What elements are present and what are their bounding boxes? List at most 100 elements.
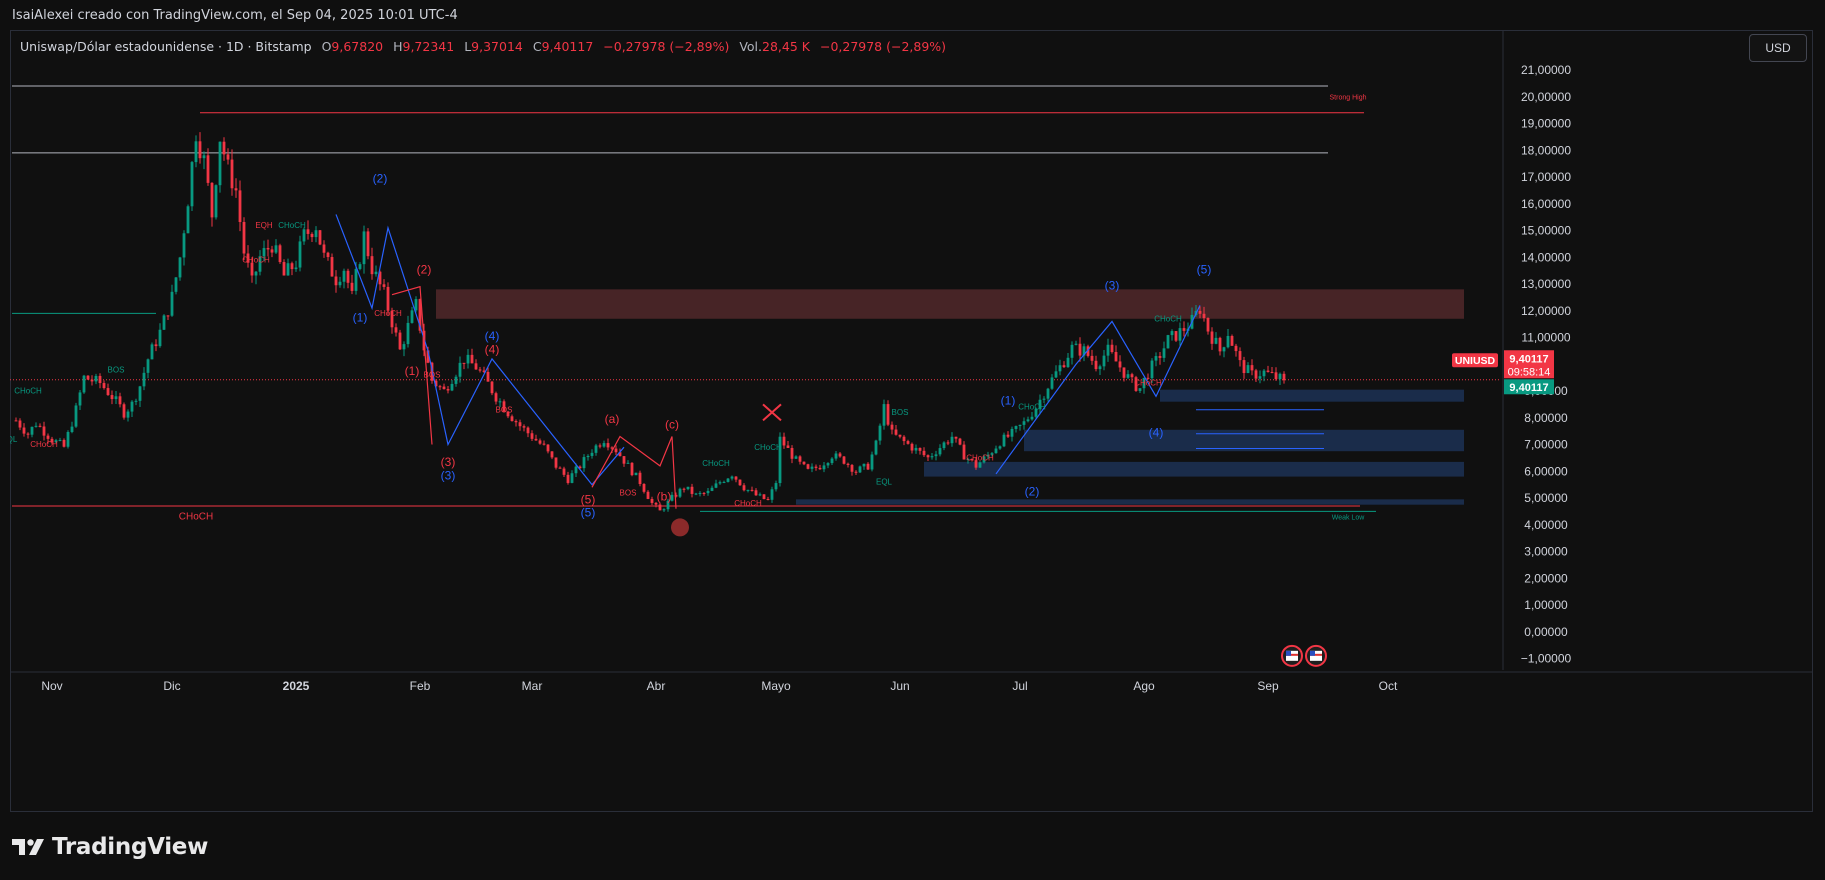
candle-body (538, 440, 542, 444)
annotation-label: CHoCH (754, 443, 782, 452)
annotation-label: CHoCH (179, 511, 213, 522)
candle-body (58, 439, 62, 441)
candle-body (202, 155, 206, 159)
candle-body (30, 426, 34, 435)
candle-body (250, 262, 254, 276)
candle-body (658, 504, 662, 511)
candle-body (830, 458, 834, 464)
plot-area[interactable]: (2)(1)(2)(1)(4)(4)(3)(3)(a) (c)(5)(5)(b)(… (10, 85, 1500, 667)
legend-c-label: C (532, 39, 542, 54)
candle-body (1046, 388, 1050, 399)
us-flag-canton (1286, 650, 1291, 656)
candle-body (766, 499, 770, 501)
legend-l-value: 9,37014 (471, 39, 523, 54)
candle-body (1118, 361, 1122, 368)
candle-body (310, 233, 314, 238)
annotation-label: CHoCH (30, 440, 58, 449)
candle-body (898, 434, 902, 437)
candle-body (546, 444, 550, 452)
price-tick-label: −1,00000 (1521, 652, 1572, 666)
currency-button[interactable]: USD (1749, 34, 1807, 62)
candle-body (1158, 356, 1162, 358)
candle-body (278, 245, 282, 263)
candle-body (562, 468, 566, 475)
candle-body (1218, 337, 1222, 352)
candle-body (90, 379, 94, 382)
candle-body (726, 478, 730, 482)
price-tick-label: 18,00000 (1521, 143, 1571, 157)
price-tick-label: 13,00000 (1521, 277, 1571, 291)
tradingview-brand[interactable]: TradingView (52, 834, 208, 860)
candle-body (18, 420, 22, 428)
candle-body (714, 483, 718, 488)
candle-body (182, 233, 186, 258)
blue-wave-0 (335, 214, 625, 486)
legend-o-value: 9,67820 (331, 39, 384, 54)
zone-red-0 (436, 289, 1464, 319)
candle-body (198, 141, 202, 159)
header-text: IsaiAlexei creado con TradingView.com, e… (12, 8, 458, 23)
candle-body (394, 327, 398, 333)
time-tick-label: Dic (163, 679, 180, 693)
candle-body (226, 154, 230, 160)
candle-body (350, 282, 354, 291)
candle-body (822, 465, 826, 470)
candle-body (282, 262, 286, 276)
price-tick-label: 19,00000 (1521, 117, 1571, 131)
candle-body (414, 299, 418, 311)
candle-body (678, 488, 682, 497)
candle-body (1162, 348, 1166, 358)
candle-body (758, 494, 762, 496)
candle-body (1094, 360, 1098, 370)
candle-body (910, 443, 914, 451)
candle-body (542, 443, 546, 445)
annotation-label: (3) (441, 468, 456, 482)
candle-body (290, 263, 294, 270)
candle-body (806, 464, 810, 469)
annotation-label: (4) (485, 343, 500, 357)
candle-body (146, 359, 150, 373)
candle-body (522, 426, 526, 428)
candle-body (850, 464, 854, 472)
candle-body (34, 425, 38, 427)
candle-body (1150, 360, 1154, 379)
candle-body (462, 362, 466, 364)
candle-body (694, 493, 698, 495)
candle-body (486, 371, 490, 382)
legend-symbol[interactable]: Uniswap/Dólar estadounidense · 1D · Bits… (20, 39, 312, 54)
candle-body (458, 362, 462, 377)
candle-body (1126, 374, 1130, 378)
candle-body (818, 467, 822, 470)
header-bar: IsaiAlexei creado con TradingView.com, e… (0, 0, 1825, 30)
price-chart[interactable]: (2)(1)(2)(1)(4)(4)(3)(3)(a) (c)(5)(5)(b)(… (10, 30, 1813, 812)
candle-body (62, 439, 66, 447)
candle-body (994, 448, 998, 454)
candle-body (294, 267, 298, 270)
candle-body (266, 248, 270, 250)
candle-body (1222, 347, 1226, 352)
last-price-label: 9,40117 (1509, 353, 1548, 365)
candle-body (322, 244, 326, 253)
legend-c-value: 9,40117 (541, 39, 594, 54)
candle-body (274, 245, 278, 253)
candle-body (606, 443, 610, 448)
candle-body (774, 483, 778, 490)
candle-body (762, 494, 766, 500)
candle-body (798, 456, 802, 462)
price-tick-label: 2,00000 (1524, 571, 1568, 585)
candle-body (330, 257, 334, 277)
candle-body (1270, 371, 1274, 373)
close-tag-label: 9,40117 (1509, 382, 1548, 394)
candle-body (638, 472, 642, 484)
candle-body (934, 454, 938, 457)
price-tick-label: 12,00000 (1521, 304, 1571, 318)
time-tick-label: Nov (41, 679, 62, 693)
candle-body (170, 291, 174, 316)
annotation-label: BOS (108, 365, 125, 374)
price-tick-label: 15,00000 (1521, 224, 1571, 238)
candle-body (1230, 335, 1234, 346)
candle-body (366, 231, 370, 257)
zone-blue-4 (796, 499, 1464, 505)
candle-body (842, 456, 846, 464)
candle-body (490, 381, 494, 394)
